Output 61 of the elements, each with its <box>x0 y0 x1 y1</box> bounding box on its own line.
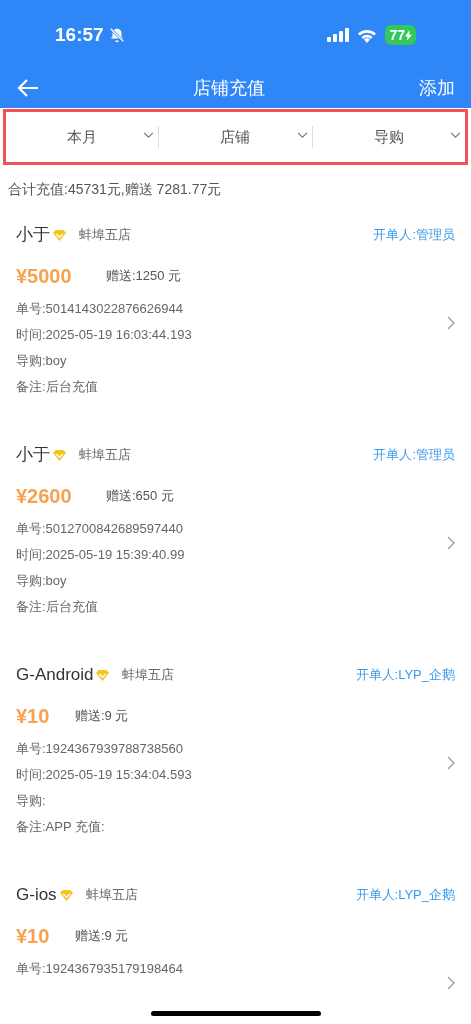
detail-text: 时间:2025-05-19 16:03:44.193 <box>16 326 192 344</box>
add-button[interactable]: 添加 <box>415 74 455 102</box>
operator-text: 开单人:LYP_企鹅 <box>355 666 455 685</box>
customer-name: 小于 <box>16 224 50 247</box>
detail-text: 单号:1924367939788738560 <box>16 740 183 758</box>
store-name: 蚌埠五店 <box>79 446 131 465</box>
recharge-record[interactable]: G-Android 蚌埠五店 开单人:LYP_企鹅 ¥10 赠送:9 元 单号:1924367939788738560 时间:2025-05-19 15:34:04.593 导购: 备注:APP 充值: <box>0 658 471 878</box>
bonus-text: 赠送:1250 元 <box>106 267 182 286</box>
status-time: 16:57 <box>55 22 104 47</box>
detail-text: 备注:后台充值 <box>16 598 98 616</box>
back-arrow-icon <box>16 78 40 98</box>
recharge-record[interactable]: 小于 蚌埠五店 开单人:管理员 ¥2600 赠送:650 元 单号:5012700842689597440 时间:2025-05-19 15:39:40.99 导购:boy 备注:后台充值 <box>0 438 471 658</box>
chevron-right-icon <box>447 536 455 550</box>
recharge-record[interactable]: 小于 蚌埠五店 开单人:管理员 ¥5000 赠送:1250 元 单号:5014143022876626944 时间:2025-05-19 16:03:44.193 导购:boy 备注:后台充值 <box>0 218 471 438</box>
customer-name: G-Android <box>16 664 94 687</box>
battery-icon: 77 <box>385 25 416 45</box>
recharge-record[interactable]: G-ios 蚌埠五店 开单人:LYP_企鹅 ¥10 赠送:9 元 单号:1924367935179198464 <box>0 878 471 1024</box>
diamond-icon <box>52 448 67 462</box>
diamond-icon <box>58 888 74 902</box>
page-title: 店铺充值 <box>191 76 266 100</box>
customer-name: G-ios <box>16 884 57 907</box>
bolt-icon <box>405 29 412 41</box>
filter-dropdown[interactable]: 导购 <box>312 112 465 162</box>
summary-text: 合计充值:45731元,赠送 7281.77元 <box>7 180 223 199</box>
amount-text: ¥10 <box>16 704 51 729</box>
operator-text: 开单人:管理员 <box>373 446 455 465</box>
chevron-right-icon <box>447 976 455 990</box>
wifi-icon <box>357 27 378 43</box>
detail-text: 备注:APP 充值: <box>16 818 105 836</box>
detail-text: 时间:2025-05-19 15:34:04.593 <box>16 766 192 784</box>
operator-text: 开单人:LYP_企鹅 <box>355 886 455 905</box>
detail-text: 导购:boy <box>16 572 67 590</box>
signal-icon <box>327 28 350 42</box>
filter-dropdown[interactable]: 本月 <box>6 112 159 162</box>
detail-text: 导购:boy <box>16 352 67 370</box>
store-name: 蚌埠五店 <box>122 666 175 685</box>
detail-text: 单号:1924367935179198464 <box>16 960 183 978</box>
detail-text: 时间:2025-05-19 15:39:40.99 <box>16 546 185 564</box>
amount-text: ¥2600 <box>16 484 73 509</box>
detail-text: 导购: <box>16 792 46 810</box>
amount-text: ¥5000 <box>16 264 73 289</box>
filter-dropdown[interactable]: 店铺 <box>159 112 312 162</box>
bonus-text: 赠送:9 元 <box>75 707 129 726</box>
detail-text: 单号:5014143022876626944 <box>16 300 183 318</box>
detail-text: 单号:5012700842689597440 <box>16 520 183 538</box>
bell-muted-icon <box>107 26 126 44</box>
bonus-text: 赠送:9 元 <box>75 927 129 946</box>
amount-text: ¥10 <box>16 924 51 949</box>
customer-name: 小于 <box>16 444 50 467</box>
chevron-down-icon <box>450 132 461 139</box>
store-name: 蚌埠五店 <box>79 226 131 245</box>
chevron-right-icon <box>447 316 455 330</box>
chevron-down-icon <box>143 132 155 139</box>
diamond-icon <box>95 668 111 682</box>
chevron-down-icon <box>296 132 308 139</box>
operator-text: 开单人:管理员 <box>373 226 455 245</box>
detail-text: 备注:后台充值 <box>16 378 98 396</box>
store-name: 蚌埠五店 <box>85 886 138 905</box>
bonus-text: 赠送:650 元 <box>106 487 174 506</box>
diamond-icon <box>52 228 67 242</box>
chevron-right-icon <box>447 756 455 770</box>
